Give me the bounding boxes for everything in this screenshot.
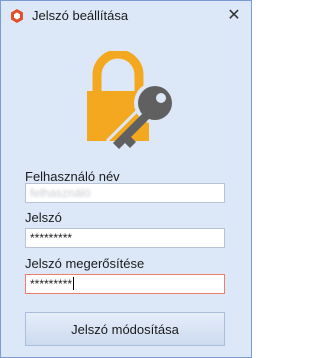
username-value: felhasználó — [30, 186, 91, 200]
close-icon[interactable]: ✕ — [223, 5, 245, 27]
title-bar: Jelszó beállítása ✕ — [1, 1, 251, 31]
change-password-button[interactable]: Jelszó módosítása — [25, 312, 225, 346]
password-settings-window: Jelszó beállítása ✕ Felhasználó név felh… — [0, 0, 252, 358]
confirm-password-field[interactable]: ********* — [25, 274, 225, 294]
confirm-password-value: ********* — [30, 277, 73, 291]
username-field[interactable]: felhasználó — [25, 183, 225, 203]
username-label: Felhasználó név — [25, 169, 120, 184]
text-caret — [73, 277, 75, 290]
window-title: Jelszó beállítása — [32, 8, 129, 23]
password-value: ********* — [30, 231, 73, 245]
password-label: Jelszó — [25, 210, 62, 225]
password-field[interactable]: ********* — [25, 228, 225, 248]
dialog-body: Felhasználó név felhasználó Jelszó *****… — [1, 31, 251, 357]
confirm-password-label: Jelszó megerősítése — [25, 256, 145, 271]
app-icon — [11, 9, 23, 23]
lock-and-key-illustration — [87, 51, 176, 149]
